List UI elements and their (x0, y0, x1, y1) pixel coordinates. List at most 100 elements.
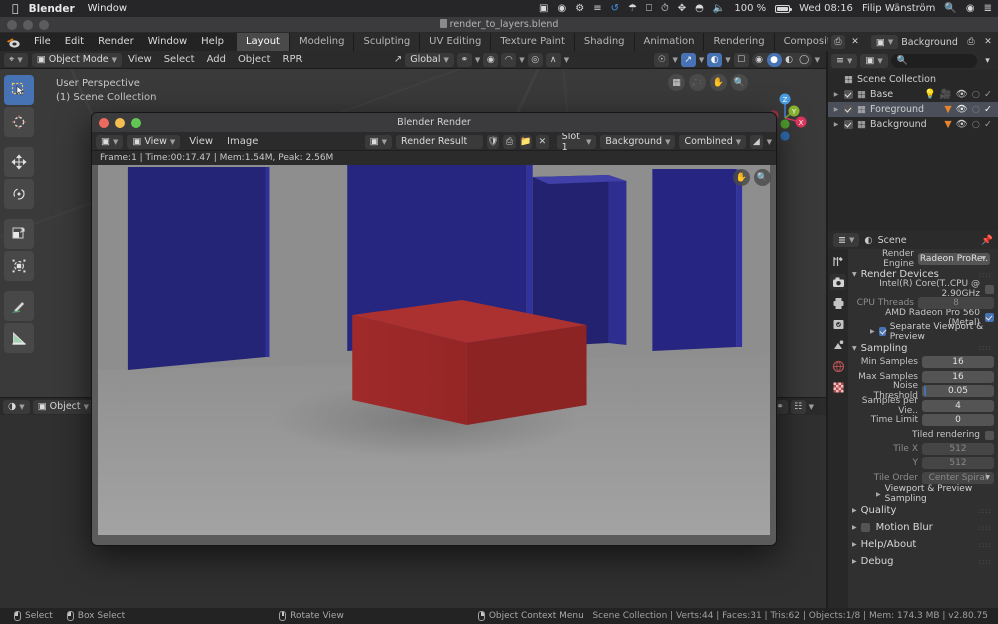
proportional-edit-icon[interactable]: ☷ (790, 399, 806, 414)
texture-tab[interactable] (830, 379, 846, 395)
camera-icon[interactable]: 🎥 (940, 89, 952, 100)
measure-tool[interactable] (4, 323, 34, 353)
eye-visibility-icon[interactable]: 👁 (956, 104, 968, 115)
viewport-menu-add[interactable]: Add (201, 51, 232, 69)
solid-shading-icon[interactable]: ● (766, 52, 782, 67)
noise-threshold-field[interactable]: 0.05 (922, 385, 994, 397)
shield-fake-user-icon[interactable]: 🛡 (486, 134, 500, 149)
max-samples-field[interactable]: 16 (922, 370, 994, 383)
unlink-image-icon[interactable]: ✕ (536, 134, 549, 149)
workspace-tab-texture-paint[interactable]: Texture Paint (491, 33, 575, 51)
render-enable-icon[interactable]: ✓ (984, 89, 992, 100)
tiled-rendering-checkbox[interactable] (985, 430, 994, 440)
remove-collection-icon[interactable]: ✕ (981, 35, 995, 49)
workspace-tab-sculpting[interactable]: Sculpting (354, 33, 421, 51)
image-mode-selector[interactable]: ▣ View ▼ (127, 134, 181, 149)
image-editor-icon[interactable]: ▣ ▼ (96, 134, 124, 149)
pin-icon[interactable]: 📌 (981, 235, 993, 246)
macos-app-name[interactable]: Blender (29, 3, 75, 15)
light-icon[interactable]: 💡 (924, 89, 936, 100)
camera-view-icon[interactable]: 🎥 (689, 74, 706, 91)
render-canvas[interactable]: ✋ 🔍 (92, 165, 776, 545)
tool-tab[interactable] (830, 253, 846, 269)
workspace-tab-layout[interactable]: Layout (236, 33, 290, 51)
outliner-filter-mode-icon[interactable]: ≡ ▼ (831, 53, 858, 68)
section-help-about[interactable]: ▶ Help/About :::: (852, 537, 994, 552)
eye-visibility-icon[interactable]: 👁 (956, 119, 968, 130)
tile-x-field[interactable]: 512 (922, 442, 994, 455)
blender-render-window[interactable]: Blender Render ▣ ▼ ▣ View ▼ View Image ▣ ▼… (91, 112, 777, 546)
render-engine-dropdown[interactable]: Radeon ProRe.. ▼ (918, 252, 990, 265)
time-limit-field[interactable]: 0 (922, 414, 994, 426)
falloff-curve-icon[interactable]: ∧ (545, 52, 561, 67)
output-tab[interactable] (830, 295, 846, 311)
globe-icon[interactable]: ☂ (628, 3, 637, 14)
gizmo-icon[interactable]: ☉ (654, 52, 670, 67)
siri-icon[interactable]: ◉ (966, 3, 975, 14)
viewport-preview-sampling-row[interactable]: ▶ Viewport & Preview Sampling (852, 484, 994, 504)
render-layer-selector[interactable]: Background ▼ (600, 134, 676, 149)
holdout-circle-icon[interactable]: ○ (972, 119, 980, 130)
world-tab[interactable] (830, 358, 846, 374)
pan-image-icon[interactable]: ✋ (733, 169, 750, 186)
drag-handle-icon[interactable]: :::: (979, 541, 994, 549)
pan-view-icon[interactable]: ✋ (710, 74, 727, 91)
display-channels-icon[interactable]: ◢ (750, 134, 763, 149)
rotate-tool[interactable] (4, 179, 34, 209)
image-name-field[interactable]: Render Result (396, 134, 483, 149)
material-preview-icon[interactable]: ◐ (782, 53, 797, 67)
filter-funnel-icon[interactable]: ▾ (980, 54, 995, 68)
outliner-display-mode-selector[interactable]: ▣ ▼ (870, 35, 899, 49)
eye-visibility-icon[interactable]: 👁 (956, 89, 968, 100)
editor-type-outliner-icon[interactable]: ⎙ (831, 35, 846, 49)
menu-window[interactable]: Window (141, 33, 194, 51)
blender-logo-icon[interactable] (6, 36, 21, 49)
holdout-circle-icon[interactable]: ○ (972, 89, 980, 100)
menu-edit[interactable]: Edit (58, 33, 91, 51)
workspace-tab-uv-editing[interactable]: UV Editing (420, 33, 492, 51)
wifi-icon[interactable]: ◓ (695, 3, 704, 14)
editor-type-properties-icon[interactable]: ≣ ▼ (833, 233, 860, 247)
samples-per-view-field[interactable]: 4 (922, 399, 994, 412)
outliner-row-foreground[interactable]: ▶ ▦ Foreground ▼ 👁 ○ ✓ (828, 102, 998, 117)
settings-icon[interactable]: ⚙ (575, 3, 584, 14)
stacks-icon[interactable]: ≡ (593, 3, 601, 14)
zoom-image-icon[interactable]: 🔍 (754, 169, 771, 186)
section-motion-blur[interactable]: ▶ Motion Blur :::: (852, 520, 994, 535)
new-collection-icon[interactable]: ⎙ (964, 35, 978, 49)
disclosure-triangle-icon[interactable]: ▶ (870, 328, 875, 335)
workspace-tab-rendering[interactable]: Rendering (704, 33, 775, 51)
workspace-tab-shading[interactable]: Shading (574, 33, 635, 51)
device-enable-checkbox[interactable] (985, 313, 994, 322)
display-icon[interactable]: ▣ (539, 3, 548, 14)
viewport-menu-rpr[interactable]: RPR (277, 51, 309, 69)
scene-tab[interactable] (830, 337, 846, 353)
min-samples-field[interactable]: 16 (922, 356, 994, 368)
render-menu-view[interactable]: View (184, 136, 218, 147)
outliner-search-input[interactable]: 🔍 (890, 53, 977, 68)
browse-image-icon[interactable]: ▣ ▼ (364, 134, 393, 149)
falloff-smooth-icon[interactable]: ◠ (501, 52, 517, 67)
render-result-image[interactable] (98, 165, 770, 535)
grammarly-icon[interactable]: ↺ (611, 3, 619, 14)
time-machine-icon[interactable]: ⏱ (661, 3, 669, 14)
viewport-menu-view[interactable]: View (122, 51, 158, 69)
drag-handle-icon[interactable]: :::: (979, 344, 994, 352)
pivot-point-icon[interactable]: ◎ (527, 52, 543, 67)
battery-icon[interactable] (775, 4, 793, 13)
rendered-shading-icon[interactable]: ◯ (797, 53, 812, 67)
viewport-menu-object[interactable]: Object (232, 51, 277, 69)
annotate-tool[interactable] (4, 291, 34, 321)
open-image-icon[interactable]: 📁 (519, 134, 533, 149)
bottom-editor-mode-selector[interactable]: ▣ Object ▼ (32, 399, 95, 414)
airplay-icon[interactable]: ⎕ (646, 3, 652, 14)
bluetooth-icon[interactable]: ✥ (678, 3, 686, 14)
collection-enable-checkbox[interactable] (844, 120, 853, 129)
overlays-icon[interactable]: ↗ (680, 52, 696, 67)
section-sampling[interactable]: ▼ Sampling :::: (852, 341, 994, 356)
tile-order-dropdown[interactable]: Center Spiral ▼ (922, 471, 994, 484)
outliner-row-background[interactable]: ▶ ▦ Background ▼ 👁 ○ ✓ (828, 117, 998, 132)
menu-render[interactable]: Render (91, 33, 141, 51)
cpu-threads-field[interactable]: 8 (918, 296, 994, 309)
disclosure-triangle-icon[interactable]: ▶ (832, 106, 840, 113)
